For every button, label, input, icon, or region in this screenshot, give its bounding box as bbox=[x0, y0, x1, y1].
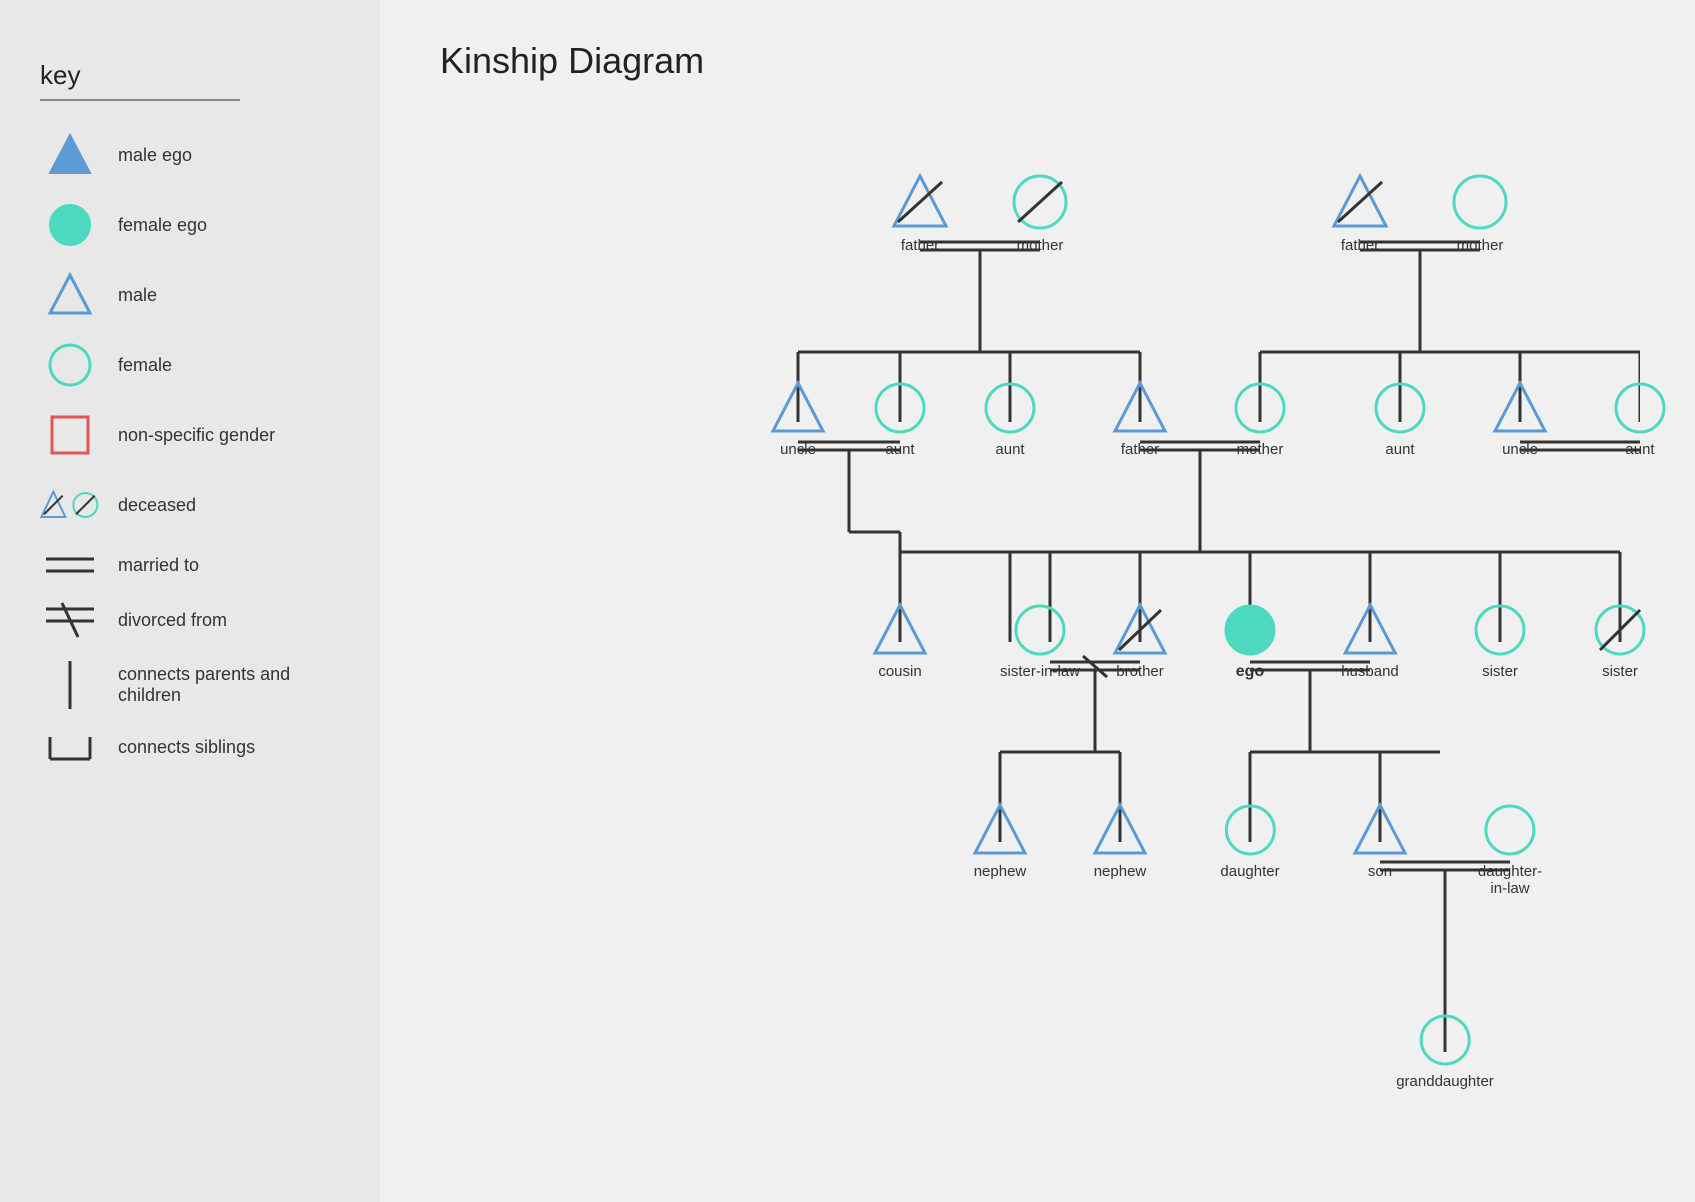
node-nephew2: nephew bbox=[1092, 802, 1148, 880]
nonspecific-icon bbox=[40, 411, 100, 459]
key-label-female-ego: female ego bbox=[118, 215, 207, 236]
node-husband-label: husband bbox=[1341, 663, 1399, 680]
diagram-title: Kinship Diagram bbox=[440, 40, 1655, 82]
sidebar: key male ego female ego male bbox=[0, 0, 380, 1202]
node-cousin-label: cousin bbox=[878, 663, 921, 680]
node-nephew2-label: nephew bbox=[1094, 863, 1147, 880]
node-uncle2: uncle bbox=[1492, 380, 1548, 458]
main-content: Kinship Diagram bbox=[380, 0, 1695, 1202]
node-aunt4: aunt bbox=[1612, 380, 1668, 458]
node-sil: sister-in-law bbox=[1000, 602, 1080, 680]
key-label-male-ego: male ego bbox=[118, 145, 192, 166]
node-nephew1: nephew bbox=[972, 802, 1028, 880]
node-aunt1: aunt bbox=[872, 380, 928, 458]
parent-child-icon bbox=[40, 661, 100, 709]
node-son-label: son bbox=[1368, 863, 1392, 880]
key-label-divorced: divorced from bbox=[118, 610, 227, 631]
node-sister2-label: sister bbox=[1602, 663, 1638, 680]
node-gf1-label: father bbox=[901, 237, 939, 254]
node-father: father bbox=[1112, 380, 1168, 458]
node-sister2: sister bbox=[1592, 602, 1648, 680]
node-aunt4-label: aunt bbox=[1625, 441, 1654, 458]
node-aunt2: aunt bbox=[982, 380, 1038, 458]
node-mother-label: mother bbox=[1237, 441, 1284, 458]
node-uncle1: uncle bbox=[770, 380, 826, 458]
married-icon bbox=[40, 551, 100, 579]
node-gf2-label: father bbox=[1341, 237, 1379, 254]
key-label-female: female bbox=[118, 355, 172, 376]
node-ego-label: ego bbox=[1236, 663, 1264, 681]
divorced-icon bbox=[40, 601, 100, 639]
key-item-female: female bbox=[40, 341, 340, 389]
key-item-parent-child: connects parents and children bbox=[40, 661, 340, 709]
node-dil-label: daughter- in-law bbox=[1478, 863, 1542, 897]
node-brother: brother bbox=[1112, 602, 1168, 680]
node-gm2-label: mother bbox=[1457, 237, 1504, 254]
key-item-male-ego: male ego bbox=[40, 131, 340, 179]
key-label-married: married to bbox=[118, 555, 199, 576]
node-dil: daughter- in-law bbox=[1478, 802, 1542, 897]
key-item-male: male bbox=[40, 271, 340, 319]
key-item-divorced: divorced from bbox=[40, 601, 340, 639]
key-item-nonspecific: non-specific gender bbox=[40, 411, 340, 459]
node-son: son bbox=[1352, 802, 1408, 880]
deceased-icon bbox=[40, 481, 100, 529]
node-gm1-label: mother bbox=[1017, 237, 1064, 254]
node-sister1-label: sister bbox=[1482, 663, 1518, 680]
key-divider bbox=[40, 99, 240, 101]
siblings-icon bbox=[40, 731, 100, 763]
node-ego: ego bbox=[1222, 602, 1278, 681]
key-item-married: married to bbox=[40, 551, 340, 579]
node-father-label: father bbox=[1121, 441, 1159, 458]
node-sil-label: sister-in-law bbox=[1000, 663, 1080, 680]
female-icon bbox=[40, 341, 100, 389]
node-nephew1-label: nephew bbox=[974, 863, 1027, 880]
node-gf1: father bbox=[890, 172, 950, 254]
key-label-siblings: connects siblings bbox=[118, 737, 255, 758]
diagram-canvas: father mother father mother bbox=[440, 112, 1640, 1162]
node-granddaughter-label: granddaughter bbox=[1396, 1073, 1494, 1090]
node-aunt2-label: aunt bbox=[995, 441, 1024, 458]
node-cousin: cousin bbox=[872, 602, 928, 680]
male-ego-icon bbox=[40, 131, 100, 179]
node-sister1: sister bbox=[1472, 602, 1528, 680]
node-daughter: daughter bbox=[1220, 802, 1279, 880]
node-husband: husband bbox=[1341, 602, 1399, 680]
node-uncle2-label: uncle bbox=[1502, 441, 1538, 458]
node-uncle1-label: uncle bbox=[780, 441, 816, 458]
key-title: key bbox=[40, 60, 340, 91]
node-daughter-label: daughter bbox=[1220, 863, 1279, 880]
key-label-nonspecific: non-specific gender bbox=[118, 425, 275, 446]
node-aunt3: aunt bbox=[1372, 380, 1428, 458]
key-item-female-ego: female ego bbox=[40, 201, 340, 249]
key-item-siblings: connects siblings bbox=[40, 731, 340, 763]
male-icon bbox=[40, 271, 100, 319]
key-label-parent-child: connects parents and children bbox=[118, 664, 340, 706]
node-gm1: mother bbox=[1010, 172, 1070, 254]
node-mother: mother bbox=[1232, 380, 1288, 458]
key-label-male: male bbox=[118, 285, 157, 306]
node-brother-label: brother bbox=[1116, 663, 1164, 680]
key-item-deceased: deceased bbox=[40, 481, 340, 529]
node-gf2: father bbox=[1330, 172, 1390, 254]
node-aunt1-label: aunt bbox=[885, 441, 914, 458]
key-label-deceased: deceased bbox=[118, 495, 196, 516]
node-aunt3-label: aunt bbox=[1385, 441, 1414, 458]
female-ego-icon bbox=[40, 201, 100, 249]
node-granddaughter: granddaughter bbox=[1396, 1012, 1494, 1090]
node-gm2: mother bbox=[1450, 172, 1510, 254]
